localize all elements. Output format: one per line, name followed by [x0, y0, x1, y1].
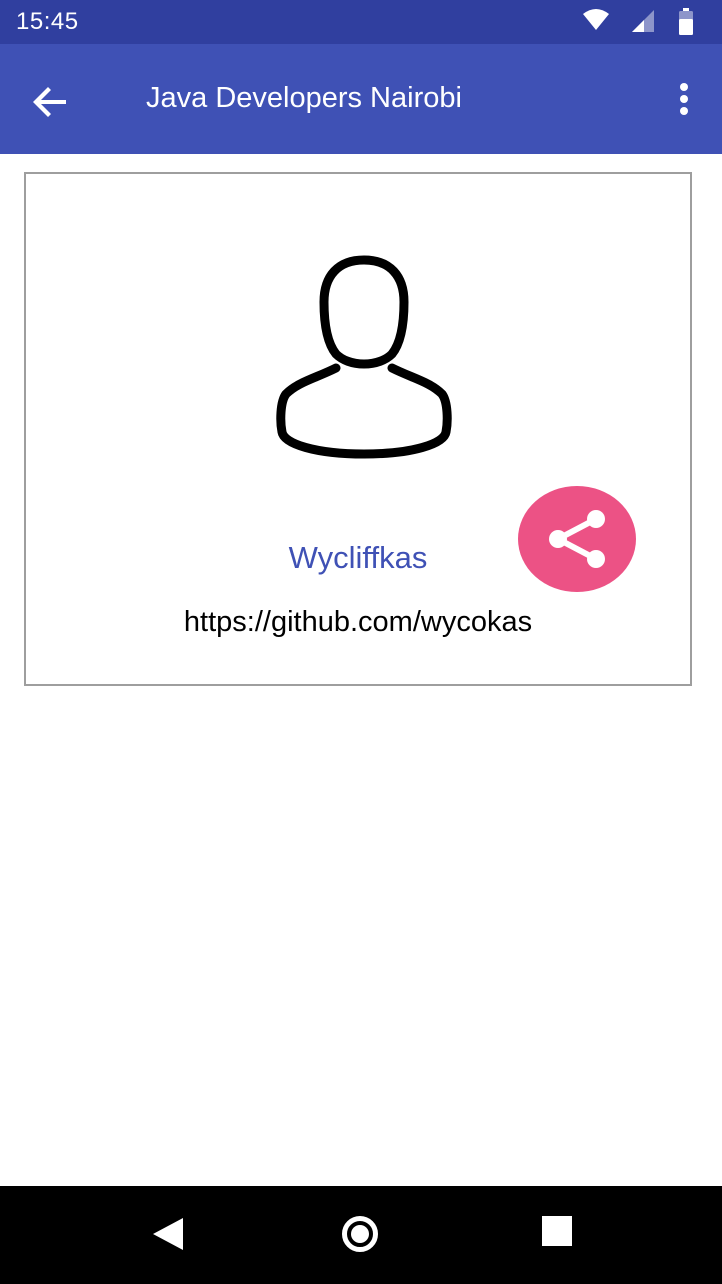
app-bar: Java Developers Nairobi — [0, 44, 722, 154]
status-bar: 15:45 — [0, 0, 722, 44]
share-button[interactable] — [518, 486, 636, 592]
nav-home-icon — [342, 1216, 378, 1252]
battery-icon — [679, 8, 693, 35]
person-outline-icon — [276, 255, 452, 459]
profile-url[interactable]: https://github.com/wycokas — [26, 606, 690, 639]
app-title: Java Developers Nairobi — [146, 82, 462, 114]
nav-back-icon — [153, 1218, 183, 1250]
overflow-menu-button[interactable] — [666, 72, 702, 128]
nav-home-button[interactable] — [340, 1214, 380, 1259]
nav-back-button[interactable] — [150, 1214, 186, 1259]
more-vert-icon — [680, 83, 688, 115]
share-icon — [549, 510, 605, 568]
cellular-signal-icon — [632, 10, 654, 32]
nav-recents-button[interactable] — [540, 1214, 576, 1255]
navigation-bar — [0, 1186, 722, 1284]
back-button[interactable] — [22, 74, 78, 130]
profile-card: Wycliffkas https://github.com/wycokas — [24, 172, 692, 686]
arrow-left-icon — [33, 87, 66, 117]
nav-recents-icon — [542, 1216, 572, 1246]
wifi-icon — [583, 9, 609, 30]
status-time: 15:45 — [16, 8, 79, 35]
